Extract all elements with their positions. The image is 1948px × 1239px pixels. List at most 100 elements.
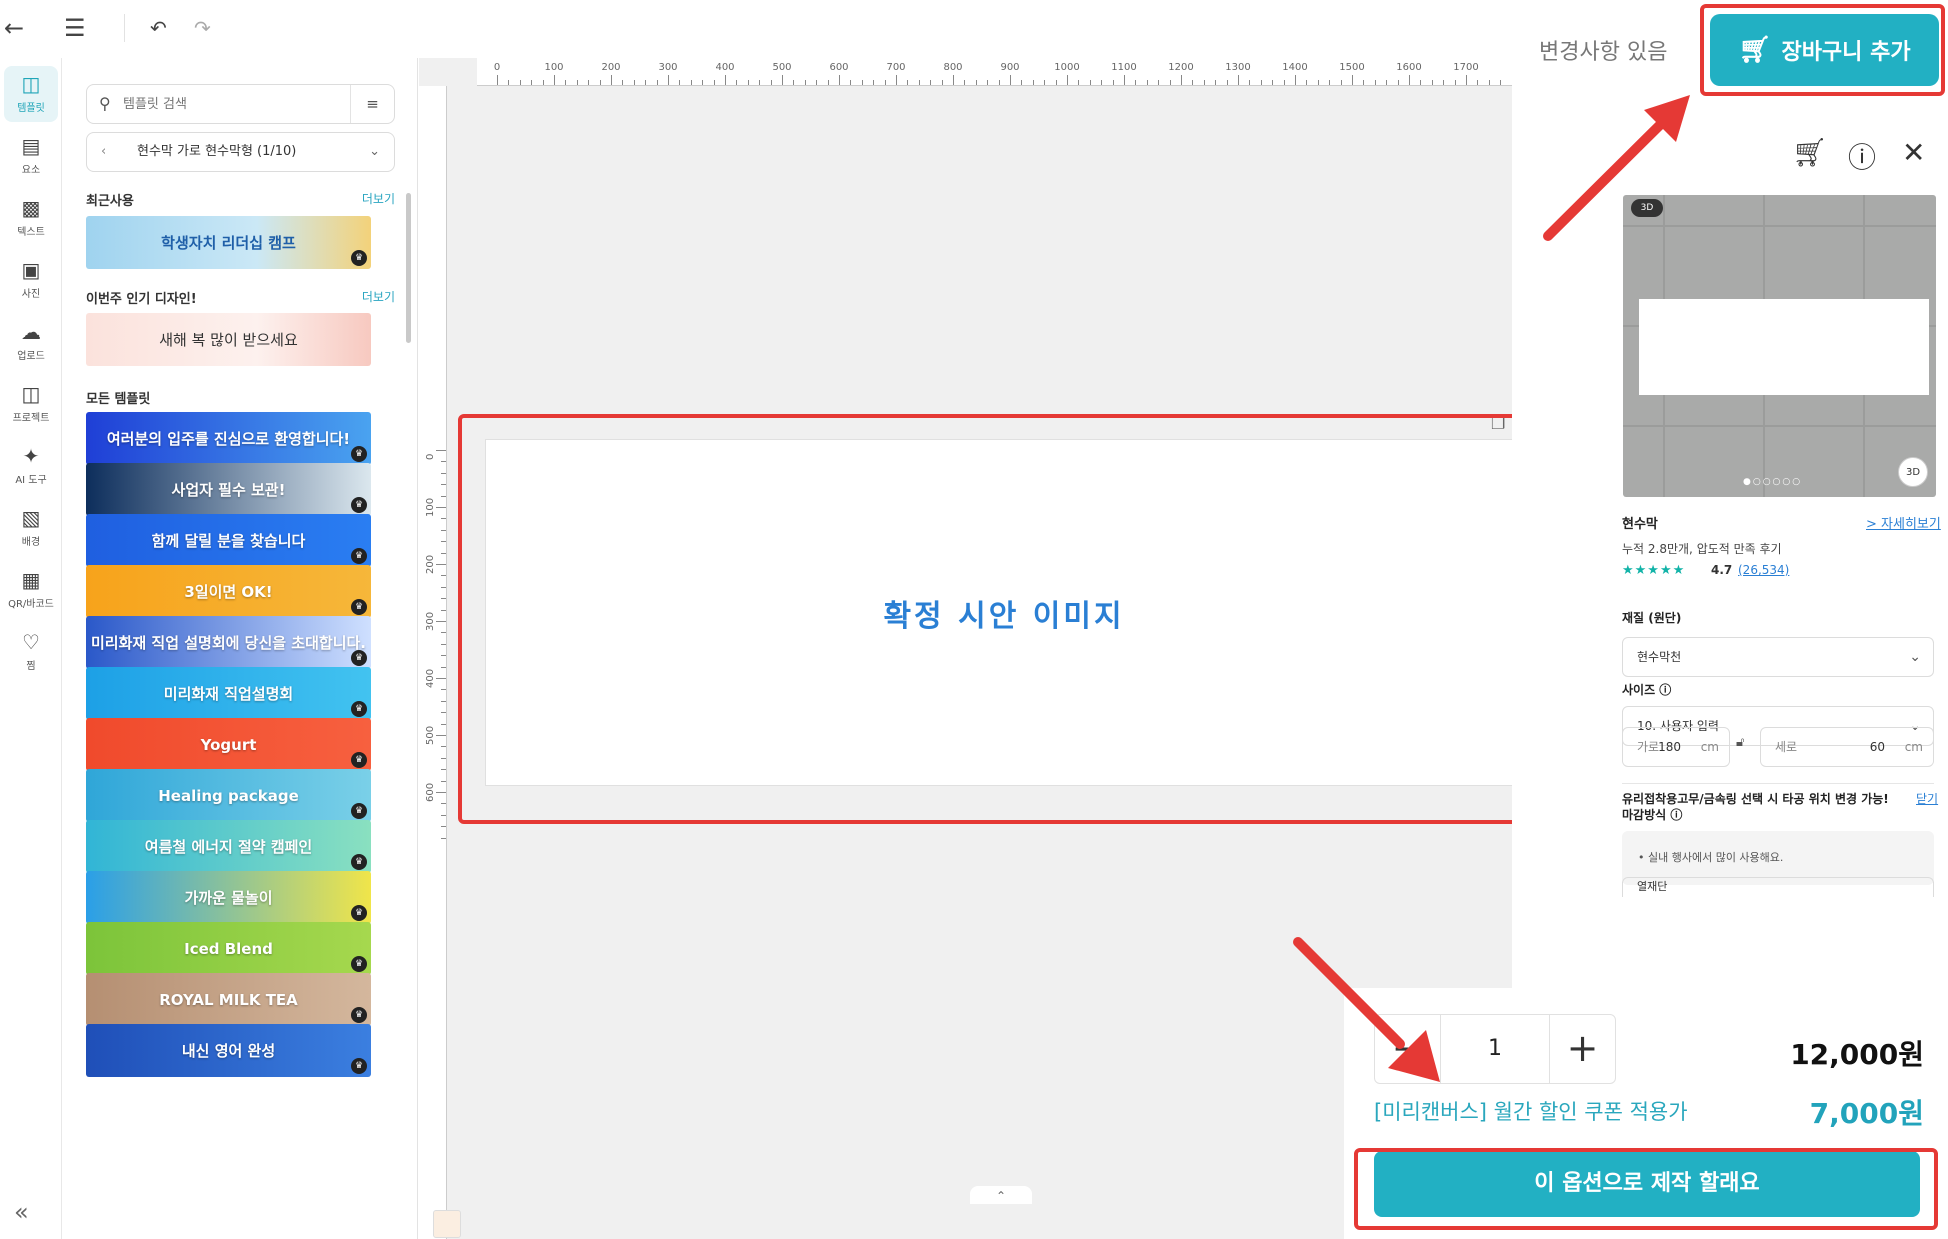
notice-close-link[interactable]: 닫기: [1916, 790, 1938, 807]
text-icon: ▩: [21, 196, 41, 220]
ruler-tick-label: 600: [425, 782, 436, 802]
width-label: 가로: [1637, 740, 1660, 754]
ruler-tick: [554, 75, 555, 85]
ruler-tick: [1409, 75, 1410, 85]
rail-item-photo[interactable]: ▣ 사진: [4, 252, 58, 308]
ruler-tick: [1089, 80, 1091, 85]
category-select[interactable]: ‹ 현수막 가로 현수막형 (1/10) ⌄: [86, 132, 395, 172]
ruler-tick-label: 100: [425, 497, 436, 517]
search-input[interactable]: [123, 93, 343, 115]
copy-page-icon[interactable]: ❐: [1491, 414, 1505, 433]
ruler-tick-label: 1000: [1054, 62, 1080, 73]
help-circle-icon[interactable]: ⓘ: [1848, 136, 1876, 176]
ruler-tick-label: 1300: [1225, 62, 1251, 73]
double-chevron-left-icon[interactable]: «: [14, 1198, 29, 1226]
rail-item-label: 사진: [21, 289, 41, 300]
template-thumb[interactable]: Iced Blend ♛: [86, 922, 371, 975]
undo-icon[interactable]: ↶: [150, 14, 167, 42]
right-header: 변경사항 있음 🛒︎ 장바구니 추가: [1512, 0, 1948, 100]
ruler-tick-label: 1500: [1339, 62, 1365, 73]
height-field[interactable]: 세로 60 cm: [1760, 727, 1934, 767]
rail-item-text[interactable]: ▩ 텍스트: [4, 190, 58, 246]
chevron-up-icon[interactable]: ⌃: [970, 1186, 1032, 1204]
template-thumb[interactable]: 가까운 물놀이 ♛: [86, 871, 371, 924]
lock-icon[interactable]: 🔓︎: [1736, 735, 1744, 750]
template-icon: ◫: [21, 72, 41, 96]
rail-item-background[interactable]: ▧ 배경: [4, 500, 58, 556]
size-label: 사이즈 ⓘ: [1622, 683, 1672, 697]
ruler-tick: [1181, 75, 1182, 85]
template-thumb[interactable]: Yogurt ♛: [86, 718, 371, 771]
rail-item-upload[interactable]: ☁ 업로드: [4, 314, 58, 370]
redo-icon[interactable]: ↷: [194, 14, 211, 42]
ruler-tick: [1431, 80, 1433, 85]
review-count[interactable]: (26,534): [1738, 563, 1789, 577]
height-unit: cm: [1904, 740, 1923, 754]
artboard[interactable]: 확정 시안 이미지: [486, 440, 1522, 785]
panel-scrollbar[interactable]: [406, 193, 411, 343]
detail-link[interactable]: > 자세히보기: [1866, 513, 1941, 532]
popular-more-link[interactable]: 더보기: [362, 288, 395, 305]
close-icon[interactable]: ✕: [1902, 136, 1925, 169]
height-value: 60: [1869, 740, 1885, 754]
menu-icon[interactable]: ☰: [64, 14, 86, 42]
badge-3d[interactable]: 3D: [1631, 199, 1663, 217]
qr-icon: ▦: [21, 568, 41, 592]
crown-icon: ♛: [351, 1058, 367, 1074]
cart-icon: 🛒︎: [1738, 35, 1772, 65]
ruler-tick-label: 0: [493, 62, 501, 73]
cart-icon[interactable]: 🛒︎: [1792, 136, 1828, 169]
rail-item-qr[interactable]: ▦ QR/바코드: [4, 562, 58, 618]
template-thumb[interactable]: 미리화재 직업 설명회에 당신을 초대합니다. ♛: [86, 616, 371, 669]
category-label: 현수막 가로 현수막형 (1/10): [137, 144, 297, 159]
template-thumb[interactable]: 여러분의 입주를 진심으로 환영합니다! ♛: [86, 412, 371, 465]
ruler-tick: [441, 609, 446, 611]
chevron-left-icon[interactable]: ‹: [101, 133, 106, 171]
make-with-options-button[interactable]: 이 옵션으로 제작 할래요: [1374, 1151, 1920, 1217]
template-thumb[interactable]: ROYAL MILK TEA ♛: [86, 973, 371, 1026]
width-field[interactable]: 가로 180 cm: [1622, 727, 1730, 767]
template-thumb[interactable]: Healing package ♛: [86, 769, 371, 822]
ruler-tick: [1352, 75, 1353, 85]
ruler-tick: [588, 80, 590, 85]
template-thumb-popular[interactable]: 새해 복 많이 받으세요: [86, 313, 371, 366]
left-rail: ◫ 템플릿 ▤ 요소 ▩ 텍스트 ▣ 사진 ☁ 업로드 ◫ 프로젝트 ✦ AI …: [0, 58, 62, 1239]
finish-select[interactable]: 열재단: [1622, 877, 1934, 897]
template-thumb[interactable]: 내신 영어 완성 ♛: [86, 1024, 371, 1077]
material-select[interactable]: 현수막천 ⌄: [1622, 637, 1934, 677]
ruler-tick: [1443, 80, 1445, 85]
filter-icon[interactable]: ≡: [350, 85, 394, 123]
ruler-tick-label: 100: [544, 62, 564, 73]
heart-icon: ♡: [22, 630, 40, 654]
chevron-down-icon: ⌄: [1909, 649, 1921, 665]
ruler-tick: [599, 80, 601, 85]
color-swatch[interactable]: [433, 1210, 461, 1238]
rail-item-favorites[interactable]: ♡ 찜: [4, 624, 58, 680]
template-thumb[interactable]: 사업자 필수 보관! ♛: [86, 463, 371, 516]
rail-item-elements[interactable]: ▤ 요소: [4, 128, 58, 184]
rail-item-template[interactable]: ◫ 템플릿: [4, 66, 58, 122]
coupon-text: [미리캔버스] 월간 할인 쿠폰 적용가: [1374, 1100, 1688, 1124]
quantity-plus-button[interactable]: +: [1549, 1015, 1615, 1083]
quantity-value[interactable]: 1: [1441, 1015, 1549, 1083]
rail-item-label: 템플릿: [17, 103, 45, 114]
rail-item-project[interactable]: ◫ 프로젝트: [4, 376, 58, 432]
rail-item-label: 프로젝트: [12, 413, 50, 424]
rail-item-ai-tools[interactable]: ✦ AI 도구: [4, 438, 58, 494]
carousel-dots[interactable]: ●○○○○○: [1743, 477, 1802, 487]
add-to-cart-button[interactable]: 🛒︎ 장바구니 추가: [1710, 14, 1939, 86]
product-image[interactable]: 3D ●○○○○○ 3D: [1623, 195, 1936, 497]
template-thumb[interactable]: 3일이면 OK! ♛: [86, 565, 371, 618]
ruler-tick: [1420, 80, 1422, 85]
template-thumb[interactable]: 여름철 에너지 절약 캠페인 ♛: [86, 820, 371, 873]
template-thumb[interactable]: 미리화재 직업설명회 ♛: [86, 667, 371, 720]
rating-stars: ★★★★★: [1622, 563, 1686, 578]
template-thumb-recent[interactable]: 학생자치 리더십 캠프 ♛: [86, 216, 371, 269]
template-thumb[interactable]: 함께 달릴 분을 찾습니다 ♛: [86, 514, 371, 567]
recent-more-link[interactable]: 더보기: [362, 190, 395, 207]
view-3d-button[interactable]: 3D: [1898, 457, 1928, 487]
ruler-tick: [702, 80, 704, 85]
quantity-minus-button[interactable]: −: [1375, 1015, 1441, 1083]
price: 12,000원: [1790, 1038, 1924, 1071]
back-arrow-icon[interactable]: ←: [4, 14, 24, 42]
